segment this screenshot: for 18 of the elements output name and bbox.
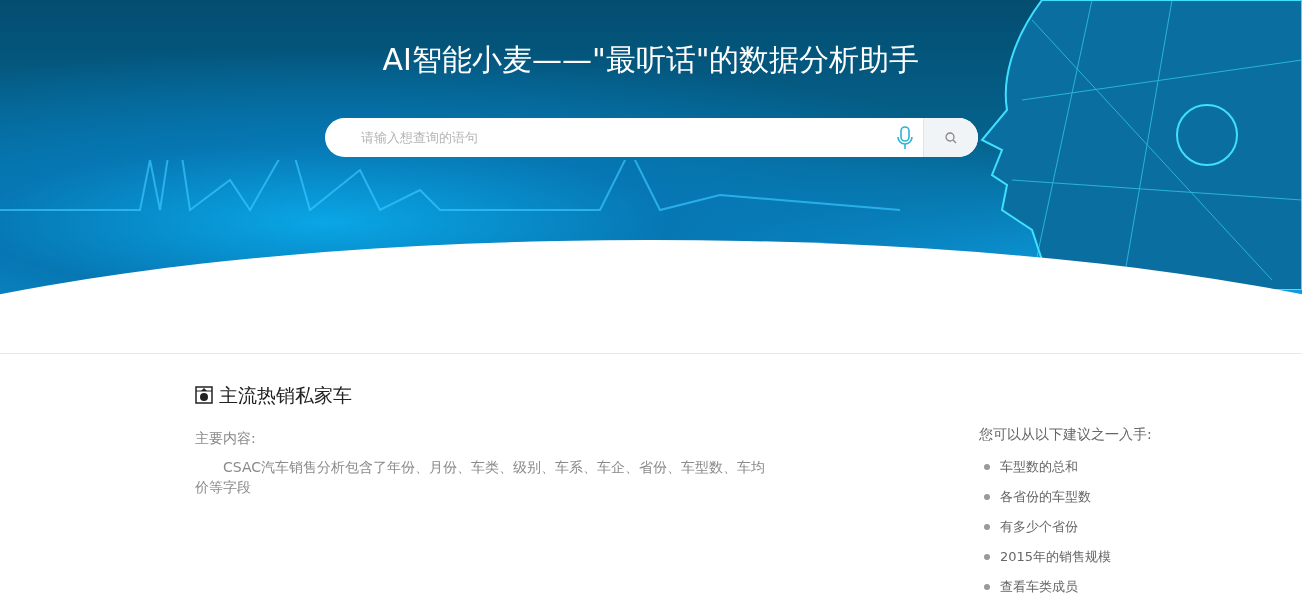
suggestion-link[interactable]: 有多少个省份 — [1000, 518, 1078, 536]
bullet-icon — [984, 464, 990, 470]
page-title: AI智能小麦——"最听话"的数据分析助手 — [382, 41, 920, 79]
search-button[interactable] — [922, 118, 978, 157]
search-icon — [944, 131, 957, 144]
camera-icon — [195, 386, 213, 404]
content-label: 主要内容: — [195, 430, 257, 448]
bullet-icon — [984, 554, 990, 560]
suggestion-link[interactable]: 查看车类成员 — [1000, 578, 1078, 596]
bullet-icon — [984, 524, 990, 530]
suggestion-link[interactable]: 2015年的销售规模 — [1000, 548, 1112, 566]
suggestion-link[interactable]: 车型数的总和 — [1000, 458, 1078, 476]
bullet-icon — [984, 494, 990, 500]
suggestion-link[interactable]: 各省份的车型数 — [1000, 488, 1091, 506]
suggestions-heading: 您可以从以下建议之一入手: — [979, 426, 1152, 444]
dataset-description: CSAC汽车销售分析包含了年份、月份、车类、级别、车系、车企、省份、车型数、车均价等字段 — [195, 458, 767, 497]
section-title: 主流热销私家车 — [219, 383, 352, 408]
bullet-icon — [984, 584, 990, 590]
